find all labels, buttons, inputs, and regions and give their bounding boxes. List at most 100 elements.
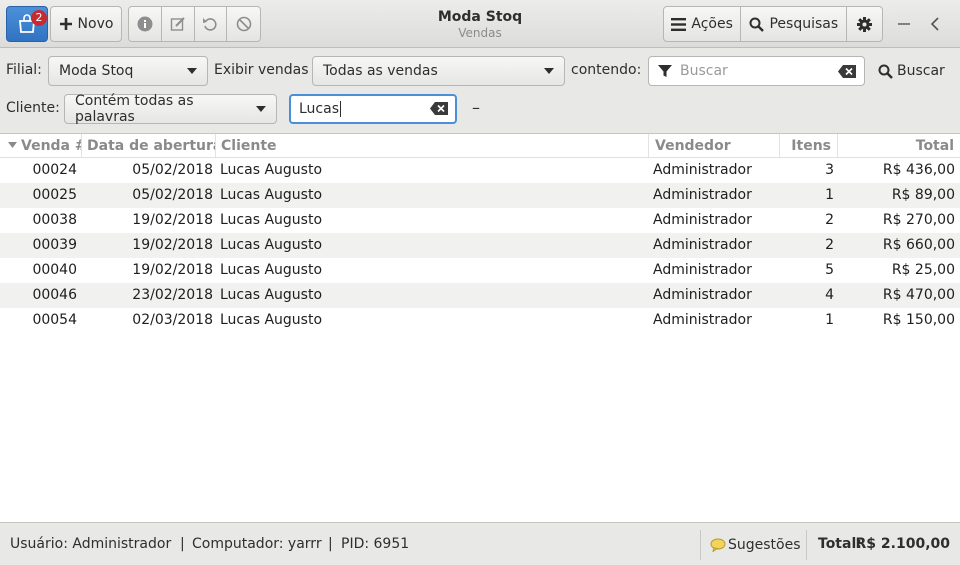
cell-client: Lucas Augusto — [220, 312, 323, 328]
cell-total: R$ 470,00 — [882, 287, 955, 303]
cell-open-date: 19/02/2018 — [132, 237, 213, 253]
client-mode-combo[interactable]: Contém todas as palavras — [64, 93, 277, 125]
column-header-sale-number[interactable]: Venda # — [0, 134, 82, 158]
filter-icon — [658, 65, 672, 77]
header-bar: 2 Novo Moda Stoq Vendas Ações Pesquisas — [0, 0, 960, 48]
cell-total: R$ 660,00 — [882, 237, 955, 253]
table-row[interactable]: 00040 19/02/2018 Lucas Augusto Administrado… — [0, 258, 960, 283]
show-sales-value: Todas as vendas — [323, 63, 438, 79]
remove-filter-button[interactable]: – — [472, 98, 480, 117]
column-header-seller[interactable]: Vendedor — [649, 134, 780, 158]
new-button-label: Novo — [77, 16, 114, 32]
cell-seller: Administrador — [653, 187, 752, 203]
cell-open-date: 19/02/2018 — [132, 262, 213, 278]
back-button[interactable] — [924, 12, 948, 36]
table-row[interactable]: 00054 02/03/2018 Lucas Augusto Administrado… — [0, 308, 960, 333]
cell-open-date: 05/02/2018 — [132, 162, 213, 178]
new-button[interactable]: Novo — [50, 6, 122, 42]
cell-sale-number: 00054 — [32, 312, 77, 328]
cancel-button[interactable] — [227, 7, 260, 41]
client-label: Cliente: — [6, 100, 60, 116]
app-title: Moda Stoq — [437, 9, 523, 25]
launcher-button[interactable]: 2 — [6, 6, 48, 42]
column-header-open-date[interactable]: Data de abertura — [82, 134, 216, 158]
record-toolbar — [128, 6, 261, 42]
cell-open-date: 02/03/2018 — [132, 312, 213, 328]
app-subtitle: Vendas — [458, 26, 502, 40]
branch-combo[interactable]: Moda Stoq — [48, 56, 208, 86]
containing-label: contendo: — [571, 62, 642, 78]
cell-total: R$ 436,00 — [882, 162, 955, 178]
chevron-left-icon — [930, 17, 939, 31]
cell-sale-number: 00040 — [32, 262, 77, 278]
cell-open-date: 23/02/2018 — [132, 287, 213, 303]
edit-button[interactable] — [162, 7, 195, 41]
undo-icon — [203, 18, 217, 31]
status-pid: PID: 6951 — [341, 536, 410, 552]
table-row[interactable]: 00038 19/02/2018 Lucas Augusto Administrado… — [0, 208, 960, 233]
edit-icon — [170, 17, 185, 31]
search-placeholder: Buscar — [680, 63, 728, 79]
details-button[interactable] — [129, 7, 162, 41]
show-sales-label: Exibir vendas — [214, 62, 309, 78]
undo-button[interactable] — [195, 7, 228, 41]
column-header-items[interactable]: Itens — [780, 134, 838, 158]
status-separator: | — [328, 536, 333, 552]
settings-button[interactable] — [847, 7, 882, 41]
status-bar: Usuário: Administrador | Computador: yar… — [0, 524, 960, 565]
branch-value: Moda Stoq — [59, 63, 134, 79]
cell-total: R$ 25,00 — [891, 262, 955, 278]
cell-seller: Administrador — [653, 162, 752, 178]
right-toolbar: Ações Pesquisas — [663, 6, 883, 42]
table-row[interactable]: 00039 19/02/2018 Lucas Augusto Administrado… — [0, 233, 960, 258]
cell-seller: Administrador — [653, 212, 752, 228]
minimize-icon — [898, 23, 910, 25]
clear-icon[interactable] — [838, 65, 856, 78]
total-value: R$ 2.100,00 — [855, 536, 950, 552]
cell-total: R$ 89,00 — [891, 187, 955, 203]
client-input[interactable]: Lucas — [289, 94, 457, 124]
cell-client: Lucas Augusto — [220, 262, 323, 278]
table-row[interactable]: 00025 05/02/2018 Lucas Augusto Administrado… — [0, 183, 960, 208]
clear-icon[interactable] — [430, 102, 448, 115]
dropdown-arrow-icon — [187, 68, 197, 74]
cell-sale-number: 00038 — [32, 212, 77, 228]
cell-sale-number: 00046 — [32, 287, 77, 303]
cell-items: 2 — [825, 237, 834, 253]
gear-icon — [857, 16, 873, 32]
cell-total: R$ 270,00 — [882, 212, 955, 228]
client-input-value: Lucas — [299, 101, 339, 117]
status-user: Usuário: Administrador — [10, 536, 172, 552]
cell-sale-number: 00025 — [32, 187, 77, 203]
show-sales-combo[interactable]: Todas as vendas — [312, 56, 565, 86]
text-cursor — [340, 101, 341, 117]
search-button[interactable]: Buscar — [878, 56, 948, 86]
column-header-total[interactable]: Total — [838, 134, 960, 158]
table-row[interactable]: 00046 23/02/2018 Lucas Augusto Administrado… — [0, 283, 960, 308]
status-divider — [700, 530, 701, 560]
cell-seller: Administrador — [653, 237, 752, 253]
menu-icon — [671, 17, 687, 31]
cell-sale-number: 00024 — [32, 162, 77, 178]
suggestions-label: Sugestões — [728, 537, 801, 553]
cell-sale-number: 00039 — [32, 237, 77, 253]
client-mode-value: Contém todas as palavras — [75, 93, 194, 125]
cell-total: R$ 150,00 — [882, 312, 955, 328]
table-row[interactable]: 00024 05/02/2018 Lucas Augusto Administrado… — [0, 158, 960, 183]
actions-button[interactable]: Ações — [664, 7, 742, 41]
cell-items: 2 — [825, 212, 834, 228]
info-icon — [137, 16, 153, 32]
window-title: Moda Stoq Vendas — [380, 9, 580, 40]
searches-button[interactable]: Pesquisas — [741, 7, 848, 41]
actions-label: Ações — [691, 16, 733, 32]
cell-client: Lucas Augusto — [220, 162, 323, 178]
minimize-button[interactable] — [892, 12, 916, 36]
suggestions-button[interactable]: Sugestões — [710, 530, 801, 560]
status-divider — [806, 530, 807, 560]
search-input[interactable]: Buscar — [648, 56, 865, 86]
column-header-client[interactable]: Cliente — [216, 134, 649, 158]
cell-items: 5 — [825, 262, 834, 278]
cell-open-date: 05/02/2018 — [132, 187, 213, 203]
notification-badge: 2 — [31, 10, 47, 26]
cell-items: 1 — [825, 312, 834, 328]
